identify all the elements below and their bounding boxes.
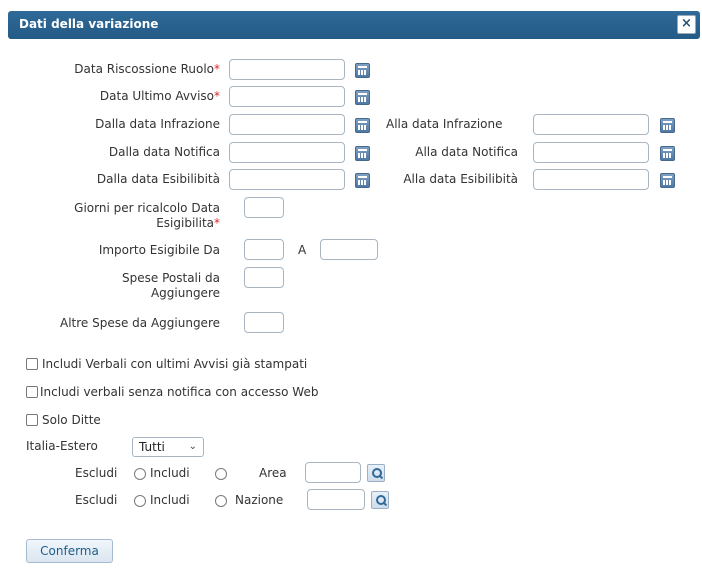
alla-data-infrazione-input[interactable] xyxy=(533,114,649,135)
alla-data-esibilita-input[interactable] xyxy=(533,169,649,190)
area-escludi-radio[interactable] xyxy=(134,468,146,480)
dalla-data-esibilita-input[interactable] xyxy=(229,169,345,190)
calendar-icon[interactable] xyxy=(355,146,370,161)
calendar-icon[interactable] xyxy=(660,146,675,161)
area-input[interactable] xyxy=(305,462,361,483)
alla-data-notifica-input[interactable] xyxy=(533,142,649,163)
escludi-label: Escludi xyxy=(75,466,118,480)
label-alla-data-notifica: Alla data Notifica xyxy=(415,145,518,159)
chevron-down-icon: ⌄ xyxy=(188,441,197,452)
includi-verbali-checkbox[interactable] xyxy=(26,358,38,370)
conferma-button[interactable]: Conferma xyxy=(26,539,113,563)
escludi-label: Escludi xyxy=(75,493,118,507)
calendar-icon[interactable] xyxy=(660,118,675,133)
dialog-titlebar: Dati della variazione × xyxy=(8,11,700,39)
nazione-input[interactable] xyxy=(307,489,365,510)
search-icon[interactable] xyxy=(367,464,385,482)
label-data-riscossione-ruolo: Data Riscossione Ruolo* xyxy=(74,62,220,76)
dalla-data-notifica-input[interactable] xyxy=(229,142,345,163)
data-ultimo-avviso-input[interactable] xyxy=(229,86,345,107)
calendar-icon[interactable] xyxy=(660,173,675,188)
calendar-icon[interactable] xyxy=(355,173,370,188)
area-includi-radio[interactable] xyxy=(215,468,227,480)
includi-verbali-label: Includi Verbali con ultimi Avvisi già st… xyxy=(42,357,308,371)
dalla-data-infrazione-input[interactable] xyxy=(229,114,345,135)
importo-da-input[interactable] xyxy=(244,239,284,260)
senza-notifica-checkbox[interactable] xyxy=(26,386,38,398)
calendar-icon[interactable] xyxy=(355,63,370,78)
includi-label: Includi xyxy=(150,466,190,480)
solo-ditte-checkbox[interactable] xyxy=(26,414,38,426)
data-riscossione-ruolo-input[interactable] xyxy=(229,59,345,80)
search-icon[interactable] xyxy=(371,491,389,509)
label-spese-postali: Spese Postali da Aggiungere xyxy=(122,271,220,300)
solo-ditte-label: Solo Ditte xyxy=(42,413,101,427)
dialog-title: Dati della variazione xyxy=(19,17,159,31)
label-alla-data-infrazione: Alla data Infrazione xyxy=(386,117,503,131)
italia-estero-label: Italia-Estero xyxy=(26,439,98,453)
calendar-icon[interactable] xyxy=(355,90,370,105)
italia-estero-select[interactable]: Tutti ⌄ xyxy=(132,437,204,457)
label-dalla-data-esibilita: Dalla data Esibilibità xyxy=(96,172,220,186)
label-altre-spese: Altre Spese da Aggiungere xyxy=(59,316,220,330)
close-icon[interactable]: × xyxy=(677,15,696,34)
label-importo-a: A xyxy=(298,243,307,257)
label-dalla-data-notifica: Dalla data Notifica xyxy=(108,145,220,159)
label-alla-data-esibilita: Alla data Esibilibità xyxy=(403,172,518,186)
label-data-ultimo-avviso: Data Ultimo Avviso* xyxy=(99,89,220,103)
senza-notifica-label: Includi verbali senza notifica con acces… xyxy=(40,385,319,399)
importo-a-input[interactable] xyxy=(320,239,378,260)
label-dalla-data-infrazione: Dalla data Infrazione xyxy=(95,117,220,131)
includi-label: Includi xyxy=(150,493,190,507)
nazione-label: Nazione xyxy=(235,493,284,507)
nazione-includi-radio[interactable] xyxy=(215,495,227,507)
area-label: Area xyxy=(259,466,287,480)
label-importo-esigibile-da: Importo Esigibile Da xyxy=(98,243,220,257)
spese-postali-input[interactable] xyxy=(244,267,284,288)
altre-spese-input[interactable] xyxy=(244,312,284,333)
giorni-ricalcolo-input[interactable] xyxy=(244,197,284,218)
calendar-icon[interactable] xyxy=(355,118,370,133)
label-giorni-ricalcolo: Giorni per ricalcolo Data Esigibilita* xyxy=(74,201,220,230)
nazione-escludi-radio[interactable] xyxy=(134,495,146,507)
